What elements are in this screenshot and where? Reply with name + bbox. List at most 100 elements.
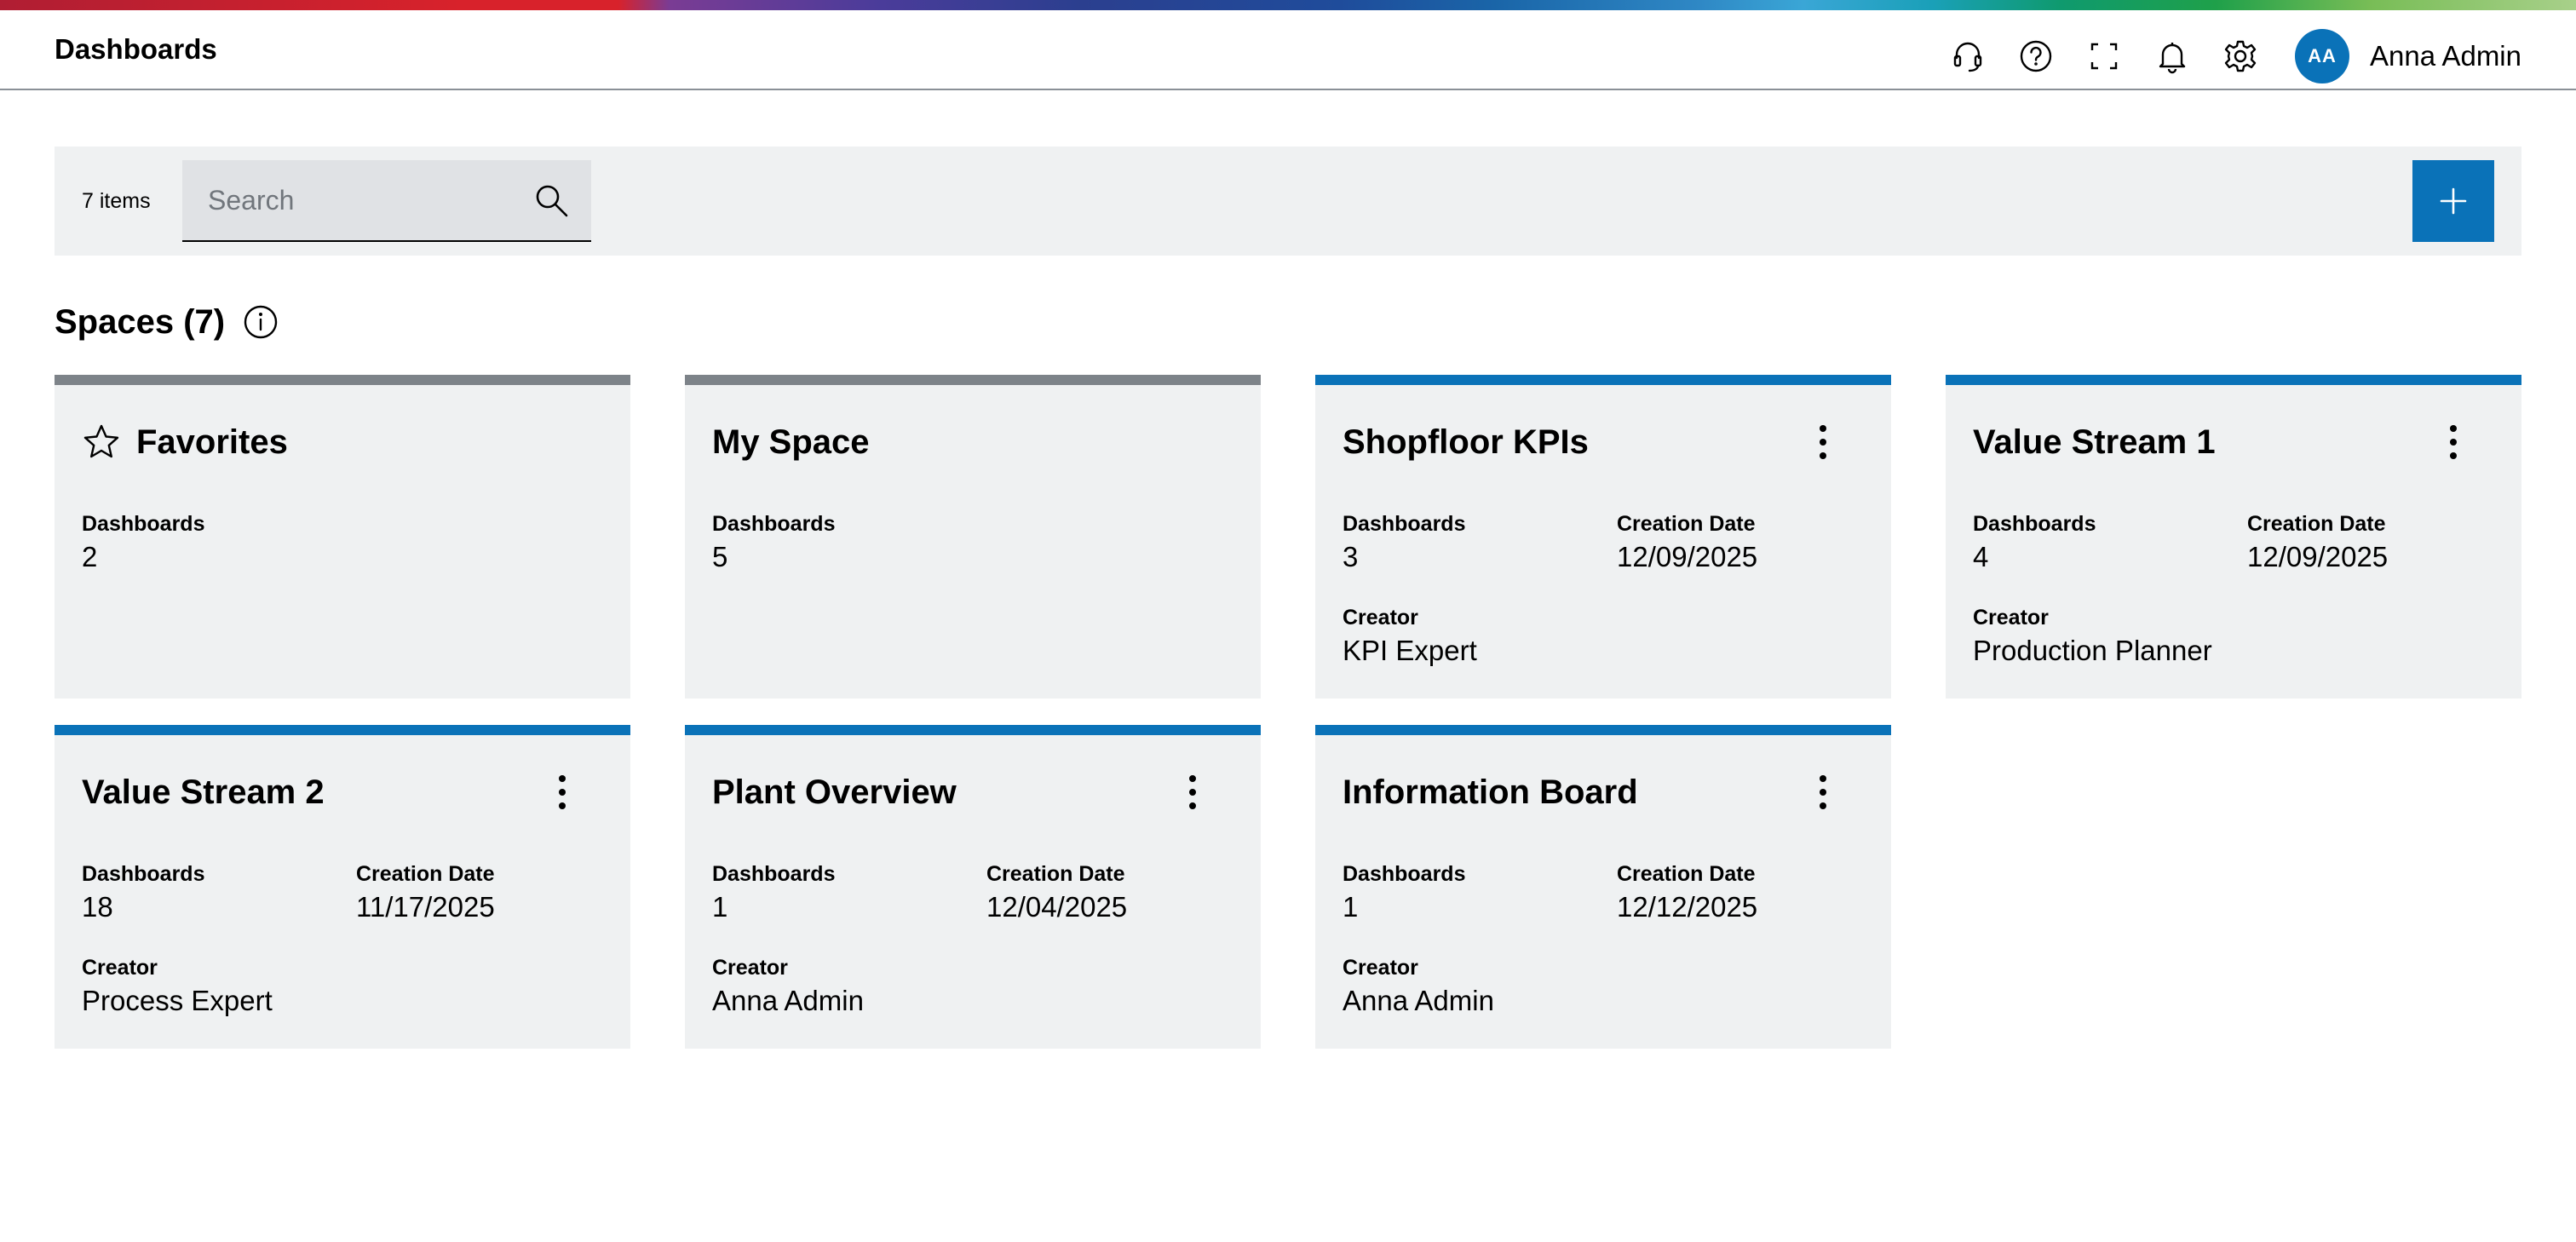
more-options-button[interactable] [1803, 419, 1843, 465]
field-label: Creation Date [2247, 512, 2386, 536]
dashboards-field: Dashboards 1 [712, 861, 968, 924]
dashboards-count: 5 [712, 541, 728, 572]
creation-date: 12/04/2025 [986, 891, 1128, 923]
creation-date-field: Creation Date 12/09/2025 [1617, 511, 1872, 574]
card-header: Plant Overview [712, 769, 1233, 815]
more-options-button[interactable] [542, 769, 583, 815]
creation-date: 12/12/2025 [1617, 891, 1758, 923]
creator-name: Process Expert [82, 985, 273, 1016]
star-icon [83, 424, 119, 458]
field-label: Dashboards [82, 862, 205, 886]
creator-field: Creator Anna Admin [712, 955, 968, 1018]
search-icon[interactable] [532, 181, 572, 221]
kebab-menu-icon [2450, 425, 2457, 459]
dashboards-field: Dashboards 5 [712, 511, 968, 574]
card-header: My Space [712, 419, 1233, 465]
creation-date-field: Creation Date 11/17/2025 [356, 861, 612, 924]
space-card-information-board[interactable]: Information Board Dashboards 1 Creation … [1315, 725, 1891, 1049]
add-space-button[interactable] [2412, 160, 2494, 242]
creation-date: 11/17/2025 [356, 891, 495, 923]
help-icon[interactable] [2015, 36, 2056, 77]
header-actions: AA Anna Admin [1947, 29, 2521, 83]
field-label: Creator [1343, 606, 1418, 630]
fullscreen-icon[interactable] [2084, 36, 2125, 77]
field-label: Creator [82, 956, 158, 980]
field-label: Dashboards [1343, 512, 1466, 536]
card-header: Favorites [82, 419, 603, 465]
kebab-menu-icon [559, 775, 566, 809]
field-label: Creation Date [356, 862, 495, 886]
user-avatar[interactable]: AA [2295, 29, 2350, 83]
creator-field: Creator KPI Expert [1343, 605, 1598, 668]
space-card-plant-overview[interactable]: Plant Overview Dashboards 1 Creation Dat… [685, 725, 1261, 1049]
section-heading: Spaces (7) [55, 302, 279, 342]
kebab-menu-icon [1189, 775, 1196, 809]
space-card-favorites[interactable]: Favorites Dashboards 2 [55, 375, 630, 699]
creator-name: KPI Expert [1343, 635, 1477, 666]
card-title: Value Stream 2 [82, 773, 325, 811]
card-header: Shopfloor KPIs [1343, 419, 1864, 465]
creator-name: Anna Admin [712, 985, 864, 1016]
dashboards-count: 1 [712, 891, 728, 923]
field-label: Dashboards [1973, 512, 2096, 536]
dashboards-field: Dashboards 4 [1973, 511, 2228, 574]
kebab-menu-icon [1820, 775, 1826, 809]
app-header: Dashboards AA Anna Admin [0, 10, 2576, 90]
page-title: Dashboards [55, 33, 217, 65]
space-card-value-stream-2[interactable]: Value Stream 2 Dashboards 18 Creation Da… [55, 725, 630, 1049]
field-label: Creator [1973, 606, 2049, 630]
field-label: Creation Date [986, 862, 1125, 886]
search-field[interactable] [182, 160, 591, 242]
settings-gear-icon[interactable] [2220, 36, 2261, 77]
field-label: Creation Date [1617, 862, 1756, 886]
dashboards-field: Dashboards 3 [1343, 511, 1598, 574]
creation-date-field: Creation Date 12/09/2025 [2247, 511, 2503, 574]
creator-name: Production Planner [1973, 635, 2212, 666]
card-title: Shopfloor KPIs [1343, 423, 1589, 461]
more-options-button[interactable] [1172, 769, 1213, 815]
notification-bell-icon[interactable] [2152, 36, 2193, 77]
space-card-my-space[interactable]: My Space Dashboards 5 [685, 375, 1261, 699]
more-options-button[interactable] [2433, 419, 2474, 465]
brand-color-strip [0, 0, 2576, 10]
creation-date-field: Creation Date 12/04/2025 [986, 861, 1242, 924]
spaces-title: Spaces (7) [55, 303, 226, 341]
card-title: Favorites [136, 423, 288, 461]
card-title: My Space [712, 423, 870, 461]
item-count: 7 items [82, 189, 151, 213]
field-label: Creator [712, 956, 788, 980]
space-card-shopfloor-kpis[interactable]: Shopfloor KPIs Dashboards 3 Creation Dat… [1315, 375, 1891, 699]
dashboards-field: Dashboards 18 [82, 861, 337, 924]
field-label: Creation Date [1617, 512, 1756, 536]
card-header: Information Board [1343, 769, 1864, 815]
space-card-value-stream-1[interactable]: Value Stream 1 Dashboards 4 Creation Dat… [1946, 375, 2521, 699]
headset-icon[interactable] [1947, 36, 1988, 77]
creator-field: Creator Anna Admin [1343, 955, 1598, 1018]
dashboards-count: 18 [82, 891, 113, 923]
card-title: Value Stream 1 [1973, 423, 2216, 461]
info-icon[interactable] [242, 303, 279, 341]
field-label: Creator [1343, 956, 1418, 980]
more-options-button[interactable] [1803, 769, 1843, 815]
card-header: Value Stream 1 [1973, 419, 2494, 465]
creation-date: 12/09/2025 [2247, 541, 2389, 572]
plus-icon [2440, 187, 2467, 215]
dashboards-count: 3 [1343, 541, 1359, 572]
field-label: Dashboards [712, 862, 836, 886]
field-label: Dashboards [1343, 862, 1466, 886]
search-input[interactable] [182, 160, 523, 240]
creator-field: Creator Process Expert [82, 955, 337, 1018]
dashboards-count: 1 [1343, 891, 1359, 923]
list-toolbar: 7 items [55, 147, 2521, 256]
dashboards-count: 4 [1973, 541, 1989, 572]
card-title: Information Board [1343, 773, 1638, 811]
field-label: Dashboards [82, 512, 205, 536]
creation-date: 12/09/2025 [1617, 541, 1758, 572]
dashboards-field: Dashboards 1 [1343, 861, 1598, 924]
user-name[interactable]: Anna Admin [2370, 41, 2521, 72]
dashboards-field: Dashboards 2 [82, 511, 337, 574]
dashboards-count: 2 [82, 541, 98, 572]
creator-field: Creator Production Planner [1973, 605, 2228, 668]
card-title: Plant Overview [712, 773, 957, 811]
card-header: Value Stream 2 [82, 769, 603, 815]
